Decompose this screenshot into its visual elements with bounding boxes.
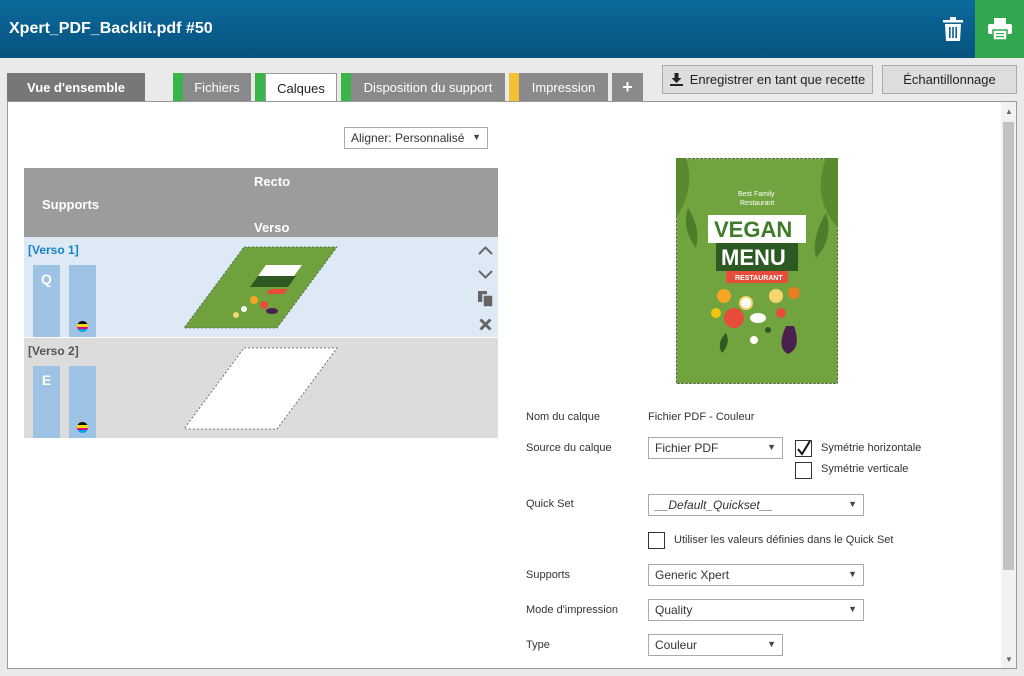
layer-preview-thumbnail — [184, 246, 338, 329]
trash-icon — [943, 17, 963, 41]
delete-layer-button[interactable] — [476, 315, 494, 333]
column-supports: Supports — [42, 197, 100, 212]
move-up-button[interactable] — [476, 241, 494, 259]
scroll-down-icon[interactable]: ▼ — [1001, 652, 1016, 666]
delete-button[interactable] — [933, 0, 973, 58]
align-select-value: Aligner: Personnalisé — [351, 131, 465, 145]
add-tab-button[interactable]: + — [612, 73, 643, 101]
document-title: Xpert_PDF_Backlit.pdf #50 — [9, 20, 213, 37]
tab-files[interactable]: Fichiers — [183, 73, 251, 101]
mirror-vertical-label: Symétrie verticale — [821, 463, 909, 475]
title-bar: Xpert_PDF_Backlit.pdf #50 — [0, 0, 1024, 58]
mirror-horizontal-label: Symétrie horizontale — [821, 442, 922, 454]
chevron-up-icon — [477, 245, 493, 255]
checkmark-icon — [797, 440, 811, 456]
print-mode-value: Quality — [655, 603, 693, 617]
move-down-button[interactable] — [476, 265, 494, 283]
tab-status-marker — [173, 73, 183, 101]
quickset-value: __Default_Quickset__ — [655, 498, 774, 512]
chevron-down-icon — [477, 269, 493, 279]
preview-word-menu: MENU — [721, 245, 786, 270]
supports-value: Generic Xpert — [655, 568, 730, 582]
type-select[interactable]: Couleur ▼ — [648, 634, 783, 656]
printer-icon — [987, 18, 1012, 40]
scroll-up-icon[interactable]: ▲ — [1001, 104, 1016, 118]
mirror-horizontal-checkbox[interactable] — [795, 440, 812, 457]
layer-name-value: Fichier PDF - Couleur — [648, 411, 755, 423]
dropdown-arrow-icon: ▼ — [767, 442, 776, 452]
save-recipe-label: Enregistrer en tant que recette — [689, 72, 866, 87]
tab-layers[interactable]: Calques — [265, 73, 337, 102]
use-quickset-label: Utiliser les valeurs définies dans le Qu… — [674, 534, 894, 546]
tab-print[interactable]: Impression — [519, 73, 608, 101]
dropdown-arrow-icon: ▼ — [848, 499, 857, 509]
download-icon — [669, 73, 683, 86]
copy-icon — [477, 291, 493, 307]
preview-word-vegan: VEGAN — [714, 217, 792, 242]
print-mode-indicator: Q — [33, 265, 60, 337]
quickset-select[interactable]: __Default_Quickset__ ▼ — [648, 494, 864, 516]
print-button[interactable] — [975, 0, 1024, 58]
layer-row[interactable]: [Verso 1] Q — [24, 237, 498, 337]
layer-source-label: Source du calque — [526, 442, 612, 454]
print-mode-label: Mode d'impression — [526, 604, 618, 616]
column-recto: Recto — [254, 174, 291, 189]
print-mode-letter: Q — [41, 271, 52, 287]
print-mode-select[interactable]: Quality ▼ — [648, 599, 864, 621]
duplicate-layer-button[interactable] — [476, 290, 494, 308]
mirror-vertical-checkbox[interactable] — [795, 462, 812, 479]
dropdown-arrow-icon: ▼ — [472, 132, 481, 142]
tab-status-marker — [509, 73, 519, 101]
quickset-label: Quick Set — [526, 498, 574, 510]
preview-subtitle-line1: Best Family — [738, 191, 775, 198]
preview-subtitle-line2: Restaurant — [740, 200, 774, 207]
layer-row-name: [Verso 2] — [28, 344, 79, 358]
scrollbar-thumb[interactable] — [1003, 122, 1014, 570]
layers-table-header: Recto Supports Verso — [24, 168, 498, 237]
type-value: Couleur — [655, 638, 698, 652]
align-select[interactable]: Aligner: Personnalisé ▼ — [344, 127, 488, 149]
ink-indicator — [69, 265, 96, 337]
cmyk-icon — [77, 321, 88, 332]
print-mode-indicator: E — [33, 366, 60, 438]
layer-source-value: Fichier PDF — [655, 441, 719, 455]
column-verso: Verso — [254, 220, 290, 235]
tab-status-marker — [255, 73, 265, 101]
dropdown-arrow-icon: ▼ — [767, 639, 776, 649]
dropdown-arrow-icon: ▼ — [848, 604, 857, 614]
tab-status-marker — [341, 73, 351, 101]
layer-row-name: [Verso 1] — [28, 243, 79, 257]
ink-indicator — [69, 366, 96, 438]
close-icon — [478, 317, 492, 331]
type-label: Type — [526, 639, 550, 651]
supports-select[interactable]: Generic Xpert ▼ — [648, 564, 864, 586]
layer-row[interactable]: [Verso 2] E — [24, 338, 498, 438]
layer-preview: Best Family Restaurant VEGAN MENU RESTAU… — [676, 158, 838, 384]
dropdown-arrow-icon: ▼ — [848, 569, 857, 579]
layer-name-label: Nom du calque — [526, 411, 600, 423]
layer-source-select[interactable]: Fichier PDF ▼ — [648, 437, 783, 459]
sampling-button[interactable]: Échantillonnage — [882, 65, 1017, 94]
cmyk-icon — [77, 422, 88, 433]
print-mode-letter: E — [41, 372, 52, 388]
tab-overview[interactable]: Vue d'ensemble — [7, 73, 145, 101]
layers-panel: Aligner: Personnalisé ▼ Recto Supports V… — [7, 101, 1017, 669]
layer-preview-thumbnail — [184, 347, 338, 430]
supports-label: Supports — [526, 569, 571, 581]
use-quickset-checkbox[interactable] — [648, 532, 665, 549]
save-recipe-button[interactable]: Enregistrer en tant que recette — [662, 65, 873, 94]
tab-media-layout[interactable]: Disposition du support — [351, 73, 505, 101]
preview-ribbon: RESTAURANT — [735, 275, 783, 282]
